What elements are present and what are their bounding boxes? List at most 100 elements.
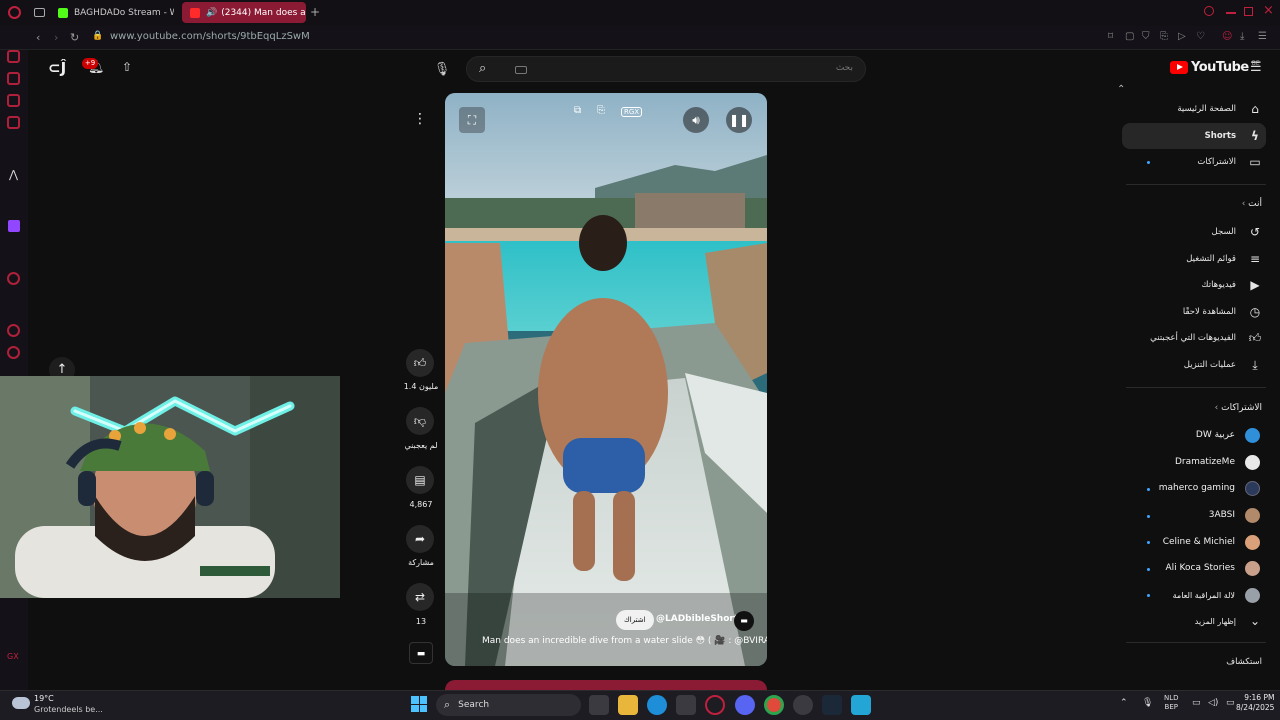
taskbar-search[interactable]: ⌕ Search bbox=[436, 694, 581, 716]
shield-icon[interactable]: ⛉ bbox=[1142, 31, 1150, 42]
translate-icon[interactable]: ⎘ bbox=[1160, 31, 1168, 42]
battery-icon[interactable]: ▭ bbox=[1226, 698, 1235, 708]
instagram-icon[interactable] bbox=[7, 94, 20, 107]
clock[interactable]: 9:16 PM 8/24/2025 bbox=[1236, 693, 1274, 713]
rgx-badge[interactable]: RGX bbox=[621, 107, 643, 117]
guide-downloads[interactable]: عمليات التنزيل ⤓ bbox=[1128, 352, 1262, 378]
easy-setup-icon[interactable]: ☰ bbox=[1258, 31, 1267, 42]
file-explorer-icon[interactable] bbox=[618, 695, 638, 715]
volume-icon[interactable]: 🔊︎ bbox=[683, 107, 709, 133]
minimize-icon[interactable] bbox=[1226, 12, 1236, 14]
url-field[interactable]: www.youtube.com/shorts/9tbEqqLzSwM bbox=[110, 31, 310, 42]
microphone-icon[interactable]: 🎙︎ bbox=[1142, 698, 1153, 708]
extensions-sidebar-icon[interactable] bbox=[7, 346, 20, 359]
app-icon[interactable] bbox=[851, 695, 871, 715]
twitch-icon[interactable] bbox=[8, 220, 20, 232]
sub-item[interactable]: Ali Koca Stories bbox=[1166, 555, 1260, 581]
heart-icon[interactable]: ♡ bbox=[1196, 31, 1205, 42]
guide-shorts[interactable]: Shorts ϟ bbox=[1122, 123, 1266, 149]
music-player-icon[interactable] bbox=[7, 272, 20, 285]
search-box[interactable]: ⌕ بحث bbox=[466, 56, 866, 82]
sub-item[interactable]: لالة المراقبة العامة bbox=[1173, 582, 1260, 608]
voice-search-icon[interactable]: 🎙︎ bbox=[430, 58, 454, 82]
aria-icon[interactable] bbox=[7, 50, 20, 63]
language-indicator[interactable]: NLD BEP bbox=[1164, 694, 1179, 712]
back-icon[interactable]: ‹ bbox=[36, 31, 40, 44]
comments-button[interactable]: ▤ bbox=[406, 466, 434, 494]
volume-tray-icon[interactable]: ◁) bbox=[1208, 698, 1218, 708]
avatar bbox=[1245, 480, 1260, 496]
discord-icon[interactable] bbox=[735, 695, 755, 715]
messenger-icon[interactable] bbox=[7, 116, 20, 129]
remix-button[interactable]: ⇄ bbox=[406, 583, 434, 611]
tab-baghdado-stream[interactable]: BAGHDADo Stream - Wat bbox=[50, 2, 174, 23]
arc-icon[interactable]: ⋀ bbox=[9, 168, 18, 181]
reload-icon[interactable]: ↻ bbox=[70, 31, 79, 44]
opera-logo-icon[interactable] bbox=[8, 6, 21, 19]
guide-menu-icon[interactable]: ☰ bbox=[1250, 60, 1262, 75]
forward-icon[interactable]: › bbox=[54, 31, 58, 44]
weather-desc[interactable]: Grotendeels be... bbox=[34, 705, 103, 714]
youtube-logo[interactable]: YouTube BE bbox=[1170, 60, 1260, 75]
close-window-icon[interactable]: × bbox=[1263, 3, 1274, 18]
gx-icon[interactable]: GX bbox=[7, 652, 19, 661]
like-button[interactable]: 👍︎ bbox=[406, 349, 434, 377]
network-icon[interactable]: ▭ bbox=[1192, 698, 1201, 708]
maximize-icon[interactable] bbox=[1244, 7, 1253, 16]
channel-avatar[interactable]: ▬ bbox=[734, 611, 754, 631]
guide-history[interactable]: السجل ↺ bbox=[1128, 219, 1262, 245]
sub-item[interactable]: maherco gaming bbox=[1159, 475, 1260, 501]
subscribe-button[interactable]: اشتراك bbox=[616, 610, 654, 630]
show-more[interactable]: إظهار المزيد ⌄ bbox=[1128, 608, 1262, 634]
tab-menu-icon[interactable] bbox=[34, 8, 45, 17]
opera-gx-icon[interactable] bbox=[705, 695, 725, 715]
pause-icon[interactable]: ❚❚ bbox=[726, 107, 752, 133]
fullscreen-icon[interactable]: ⛶ bbox=[459, 107, 485, 133]
pip-icon[interactable]: ⧉ bbox=[574, 105, 581, 116]
share-button[interactable]: ➦ bbox=[406, 525, 434, 553]
task-view-icon[interactable] bbox=[589, 695, 609, 715]
subscriptions-section-title[interactable]: ‹ الاشتراكات bbox=[1215, 403, 1262, 413]
create-icon[interactable]: ⊂Ĵ bbox=[48, 59, 66, 77]
shorts-video-player[interactable]: ⛶ ⧉ ⎘ RGX 🔊︎ ❚❚ اشتراك @LADbibleShorts ▬… bbox=[445, 93, 767, 666]
channel-name[interactable]: @LADbibleShorts bbox=[656, 614, 744, 624]
steam-icon[interactable] bbox=[822, 695, 842, 715]
edge-icon[interactable] bbox=[647, 695, 667, 715]
chrome-icon[interactable] bbox=[764, 695, 784, 715]
dislike-button[interactable]: 👎︎ bbox=[406, 407, 434, 435]
more-options-icon[interactable]: ⋮ bbox=[413, 111, 427, 127]
profile-icon[interactable]: ☺ bbox=[1222, 31, 1232, 42]
snapshot-icon[interactable]: ▢ bbox=[1125, 31, 1134, 42]
settings-icon[interactable] bbox=[793, 695, 813, 715]
new-tab-button[interactable]: + bbox=[310, 5, 320, 19]
guide-divider bbox=[1126, 642, 1266, 643]
store-icon[interactable] bbox=[676, 695, 696, 715]
download-icon[interactable]: ⤓ bbox=[1240, 31, 1244, 42]
history-sidebar-icon[interactable] bbox=[7, 324, 20, 337]
guide-home[interactable]: الصفحة الرئيسية ⌂ bbox=[1128, 96, 1262, 122]
sub-item[interactable]: DramatizeMe bbox=[1175, 449, 1260, 475]
you-section-title[interactable]: ‹ أنت bbox=[1242, 199, 1262, 209]
workspace-icon[interactable] bbox=[7, 72, 20, 85]
search-icon[interactable]: ⌕ bbox=[479, 61, 486, 76]
weather-icon[interactable] bbox=[12, 697, 30, 709]
popout-icon[interactable]: ⎘ bbox=[597, 105, 605, 116]
guide-playlists[interactable]: قوائم التشغيل ≡ bbox=[1128, 246, 1262, 272]
search-tabs-icon[interactable] bbox=[1204, 6, 1214, 16]
guide-watch-later[interactable]: المشاهدة لاحقًا ◷ bbox=[1128, 299, 1262, 325]
sub-item[interactable]: 3ABSI bbox=[1209, 502, 1260, 528]
windows-start-icon[interactable] bbox=[411, 696, 427, 712]
sub-item[interactable]: Celine & Michiel bbox=[1163, 529, 1260, 555]
guide-liked-videos[interactable]: الفيديوهات التي أعجبتني 👍︎ bbox=[1128, 325, 1262, 351]
guide-your-videos[interactable]: فيديوهاتك ▶ bbox=[1128, 272, 1262, 298]
keyboard-icon[interactable] bbox=[515, 66, 527, 74]
upload-icon[interactable]: ⇧ bbox=[122, 60, 132, 74]
tab-youtube-short[interactable]: 🔊 (2344) Man does an i bbox=[182, 2, 306, 23]
collapse-arrow-icon[interactable]: ⌃ bbox=[1117, 84, 1125, 95]
sound-avatar[interactable]: ▬ bbox=[409, 642, 433, 664]
tray-chevron-icon[interactable]: ⌃ bbox=[1120, 698, 1128, 708]
weather-temp[interactable]: 19°C bbox=[34, 694, 54, 703]
bookmark-icon[interactable]: ⌑ bbox=[1108, 31, 1113, 42]
send-icon[interactable]: ▷ bbox=[1178, 31, 1186, 42]
sub-item[interactable]: DW عربية bbox=[1196, 422, 1260, 448]
